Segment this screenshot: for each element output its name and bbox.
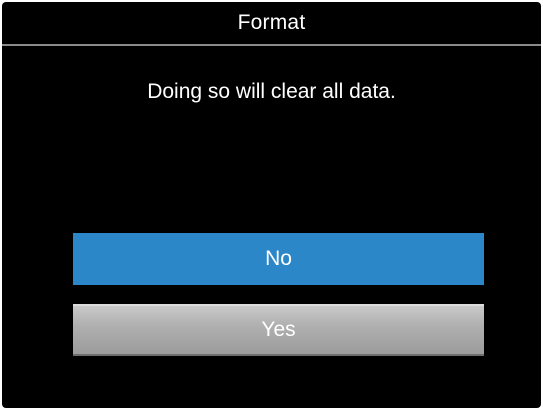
no-button[interactable]: No bbox=[73, 233, 484, 285]
title-bar: Format bbox=[2, 2, 541, 46]
yes-button-label: Yes bbox=[261, 318, 296, 341]
dialog-message: Doing so will clear all data. bbox=[147, 80, 396, 103]
format-dialog: Format Doing so will clear all data. No … bbox=[2, 2, 541, 408]
yes-button[interactable]: Yes bbox=[73, 304, 484, 356]
dialog-title: Format bbox=[237, 11, 306, 34]
no-button-label: No bbox=[265, 247, 292, 270]
